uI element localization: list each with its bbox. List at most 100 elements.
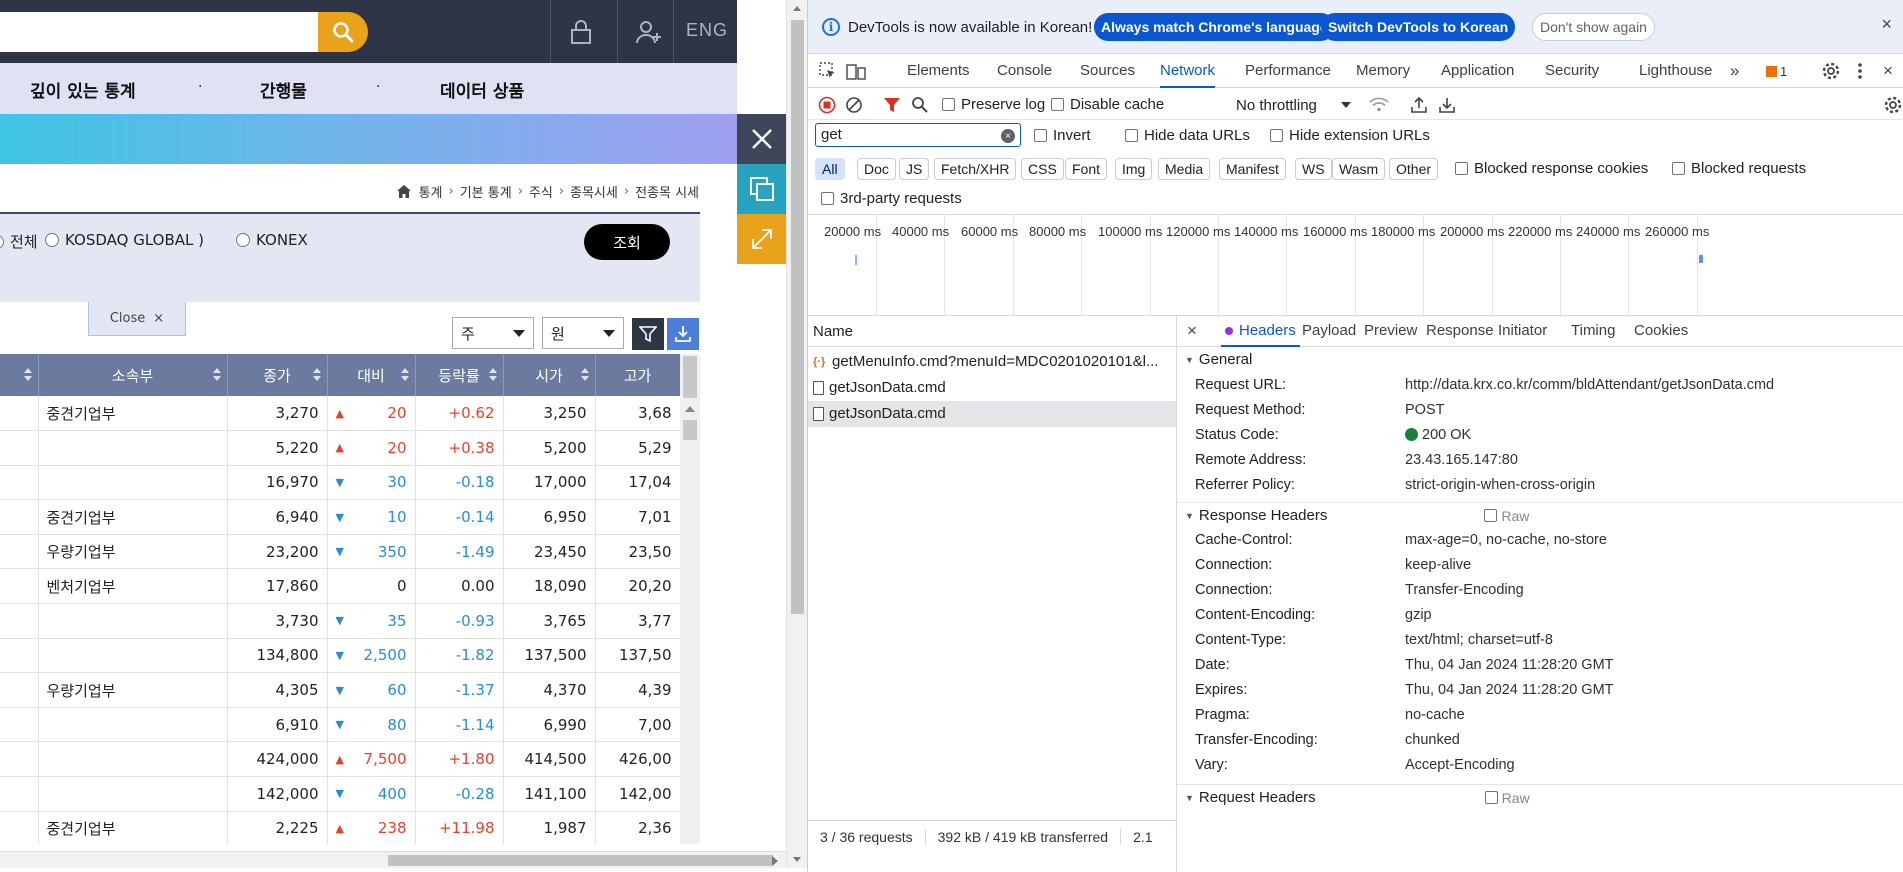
detail-tab-initiator[interactable]: Initiator bbox=[1498, 316, 1547, 347]
breadcrumb-item[interactable]: 기본 통계 bbox=[460, 182, 512, 201]
tab-memory[interactable]: Memory bbox=[1356, 54, 1410, 88]
lock-button[interactable] bbox=[563, 14, 599, 50]
network-overview-timeline[interactable]: 20000 ms 40000 ms 60000 ms 80000 ms 100000 m… bbox=[808, 214, 1903, 317]
cell-name[interactable] bbox=[0, 430, 39, 466]
cell-name[interactable] bbox=[0, 776, 39, 812]
hide-extension-urls-checkbox[interactable]: Hide extension URLs bbox=[1270, 127, 1430, 144]
expand-button[interactable] bbox=[737, 214, 786, 264]
invert-checkbox[interactable]: Invert bbox=[1034, 127, 1091, 144]
page-horizontal-scrollbar[interactable] bbox=[0, 851, 786, 868]
checkbox[interactable] bbox=[942, 98, 955, 111]
type-filter-wasm[interactable]: Wasm bbox=[1332, 158, 1386, 180]
type-filter-media[interactable]: Media bbox=[1158, 158, 1211, 180]
breadcrumb-item[interactable]: 전종목 시세 bbox=[635, 182, 699, 201]
header-value[interactable]: http://data.krx.co.kr/comm/bldAttendant/… bbox=[1405, 373, 1774, 398]
general-section-header[interactable]: ▼ General bbox=[1177, 347, 1903, 373]
checkbox[interactable] bbox=[1034, 129, 1047, 142]
home-icon[interactable] bbox=[396, 185, 411, 198]
market-option-konex[interactable]: KONEX bbox=[236, 231, 308, 249]
market-option-kosdaq-global[interactable]: KOSDAQ GLOBAL ) bbox=[45, 231, 204, 249]
site-search-button[interactable] bbox=[318, 12, 368, 52]
network-conditions-icon[interactable] bbox=[1369, 95, 1389, 115]
col-header-open[interactable]: 시가 bbox=[503, 354, 596, 396]
currency-select[interactable]: 원 bbox=[542, 317, 624, 349]
detail-tab-payload[interactable]: Payload bbox=[1302, 316, 1356, 347]
request-row[interactable]: getJsonData.cmd bbox=[808, 401, 1176, 427]
always-match-language-button[interactable]: Always match Chrome's language bbox=[1094, 13, 1335, 41]
scrollbar-thumb[interactable] bbox=[683, 420, 697, 440]
detail-tab-preview[interactable]: Preview bbox=[1364, 316, 1417, 347]
table-row[interactable]: 벤처기업부 17,860 0 0.00 18,090 20,20 bbox=[0, 568, 680, 605]
checkbox[interactable] bbox=[1484, 509, 1498, 522]
query-button[interactable]: 조회 bbox=[584, 224, 670, 260]
radio-button[interactable] bbox=[45, 233, 59, 247]
detail-tab-headers[interactable]: Headers bbox=[1221, 316, 1300, 347]
chevron-down-icon[interactable] bbox=[1341, 102, 1351, 108]
clear-filter-icon[interactable]: × bbox=[1001, 129, 1015, 143]
throttling-select[interactable]: No throttling bbox=[1236, 97, 1317, 114]
sort-icon[interactable] bbox=[580, 368, 589, 382]
header-value[interactable]: chunked bbox=[1405, 728, 1460, 753]
table-row[interactable]: 중견기업부 6,940 ▼ 10 -0.14 6,950 7,01 bbox=[0, 499, 680, 535]
table-row[interactable]: 134,800 ▼ 2,500 -1.82 137,500 137,50 bbox=[0, 638, 680, 674]
table-row[interactable]: 5,220 ▲ 20 +0.38 5,200 5,29 bbox=[0, 430, 680, 466]
inspect-element-icon[interactable] bbox=[818, 61, 838, 81]
checkbox[interactable] bbox=[1051, 98, 1064, 111]
header-value[interactable]: Transfer-Encoding bbox=[1405, 578, 1524, 603]
table-row[interactable]: 142,000 ▼ 400 -0.28 141,100 142,00 bbox=[0, 776, 680, 812]
cell-name[interactable] bbox=[0, 741, 39, 778]
cell-name[interactable] bbox=[0, 465, 39, 501]
blocked-requests-checkbox[interactable]: Blocked requests bbox=[1672, 160, 1806, 177]
scroll-up-icon[interactable] bbox=[793, 6, 801, 11]
close-devtools-icon[interactable]: × bbox=[1878, 61, 1898, 81]
cell-name[interactable] bbox=[0, 603, 39, 639]
detail-tab-cookies[interactable]: Cookies bbox=[1634, 316, 1688, 347]
copy-button[interactable] bbox=[737, 164, 786, 214]
header-value[interactable]: keep-alive bbox=[1405, 553, 1471, 578]
header-value[interactable]: Thu, 04 Jan 2024 11:28:20 GMT bbox=[1405, 653, 1614, 678]
clear-icon[interactable] bbox=[844, 95, 864, 115]
breadcrumb-item[interactable]: 종목시세 bbox=[570, 182, 618, 201]
col-header-name[interactable] bbox=[0, 354, 39, 396]
scrollbar-thumb[interactable] bbox=[388, 855, 773, 866]
record-stop-icon[interactable] bbox=[817, 95, 837, 115]
import-har-icon[interactable] bbox=[1409, 95, 1429, 115]
cell-name[interactable] bbox=[0, 707, 39, 743]
table-row[interactable]: 3,730 ▼ 35 -0.93 3,765 3,77 bbox=[0, 603, 680, 639]
header-value[interactable]: max-age=0, no-cache, no-store bbox=[1405, 528, 1607, 553]
cell-name[interactable] bbox=[0, 499, 39, 535]
type-filter-js[interactable]: JS bbox=[899, 158, 930, 180]
checkbox[interactable] bbox=[1125, 129, 1138, 142]
header-value[interactable]: gzip bbox=[1405, 603, 1432, 628]
type-filter-manifest[interactable]: Manifest bbox=[1219, 158, 1286, 180]
table-row[interactable]: 6,910 ▼ 80 -1.14 6,990 7,00 bbox=[0, 707, 680, 743]
market-option-all[interactable]: 전체 bbox=[0, 231, 38, 252]
table-row[interactable]: 16,970 ▼ 30 -0.18 17,000 17,04 bbox=[0, 465, 680, 501]
cell-name[interactable] bbox=[0, 811, 39, 844]
cell-name[interactable] bbox=[0, 638, 39, 674]
type-filter-css[interactable]: CSS bbox=[1021, 158, 1064, 180]
header-value[interactable]: Thu, 04 Jan 2024 11:28:20 GMT bbox=[1405, 678, 1614, 703]
third-party-requests-checkbox[interactable]: 3rd-party requests bbox=[821, 190, 962, 207]
table-vertical-scrollbar[interactable] bbox=[680, 354, 700, 844]
tab-elements[interactable]: Elements bbox=[907, 54, 970, 88]
scroll-down-icon[interactable] bbox=[793, 857, 801, 862]
request-row[interactable]: {·} getMenuInfo.cmd?menuId=MDC0201020101&… bbox=[808, 349, 1176, 375]
more-tabs-icon[interactable]: » bbox=[1730, 54, 1739, 88]
sort-icon[interactable] bbox=[23, 368, 32, 382]
request-headers-section-header[interactable]: ▼ Request Headers Raw bbox=[1177, 784, 1903, 810]
checkbox[interactable] bbox=[1484, 791, 1498, 804]
page-vertical-scrollbar[interactable] bbox=[786, 0, 807, 868]
tab-sources[interactable]: Sources bbox=[1080, 54, 1135, 88]
cell-name[interactable] bbox=[0, 534, 39, 570]
detail-tab-timing[interactable]: Timing bbox=[1571, 316, 1615, 347]
column-filter-button[interactable] bbox=[632, 318, 664, 350]
export-har-icon[interactable] bbox=[1437, 95, 1457, 115]
breadcrumb-item[interactable]: 통계 bbox=[419, 182, 443, 201]
request-row[interactable]: getJsonData.cmd bbox=[808, 375, 1176, 401]
sort-icon[interactable] bbox=[312, 368, 321, 382]
type-filter-all[interactable]: All bbox=[815, 158, 845, 180]
disable-cache-checkbox[interactable]: Disable cache bbox=[1051, 96, 1164, 113]
radio-button[interactable] bbox=[236, 233, 250, 247]
type-filter-img[interactable]: Img bbox=[1115, 158, 1153, 180]
